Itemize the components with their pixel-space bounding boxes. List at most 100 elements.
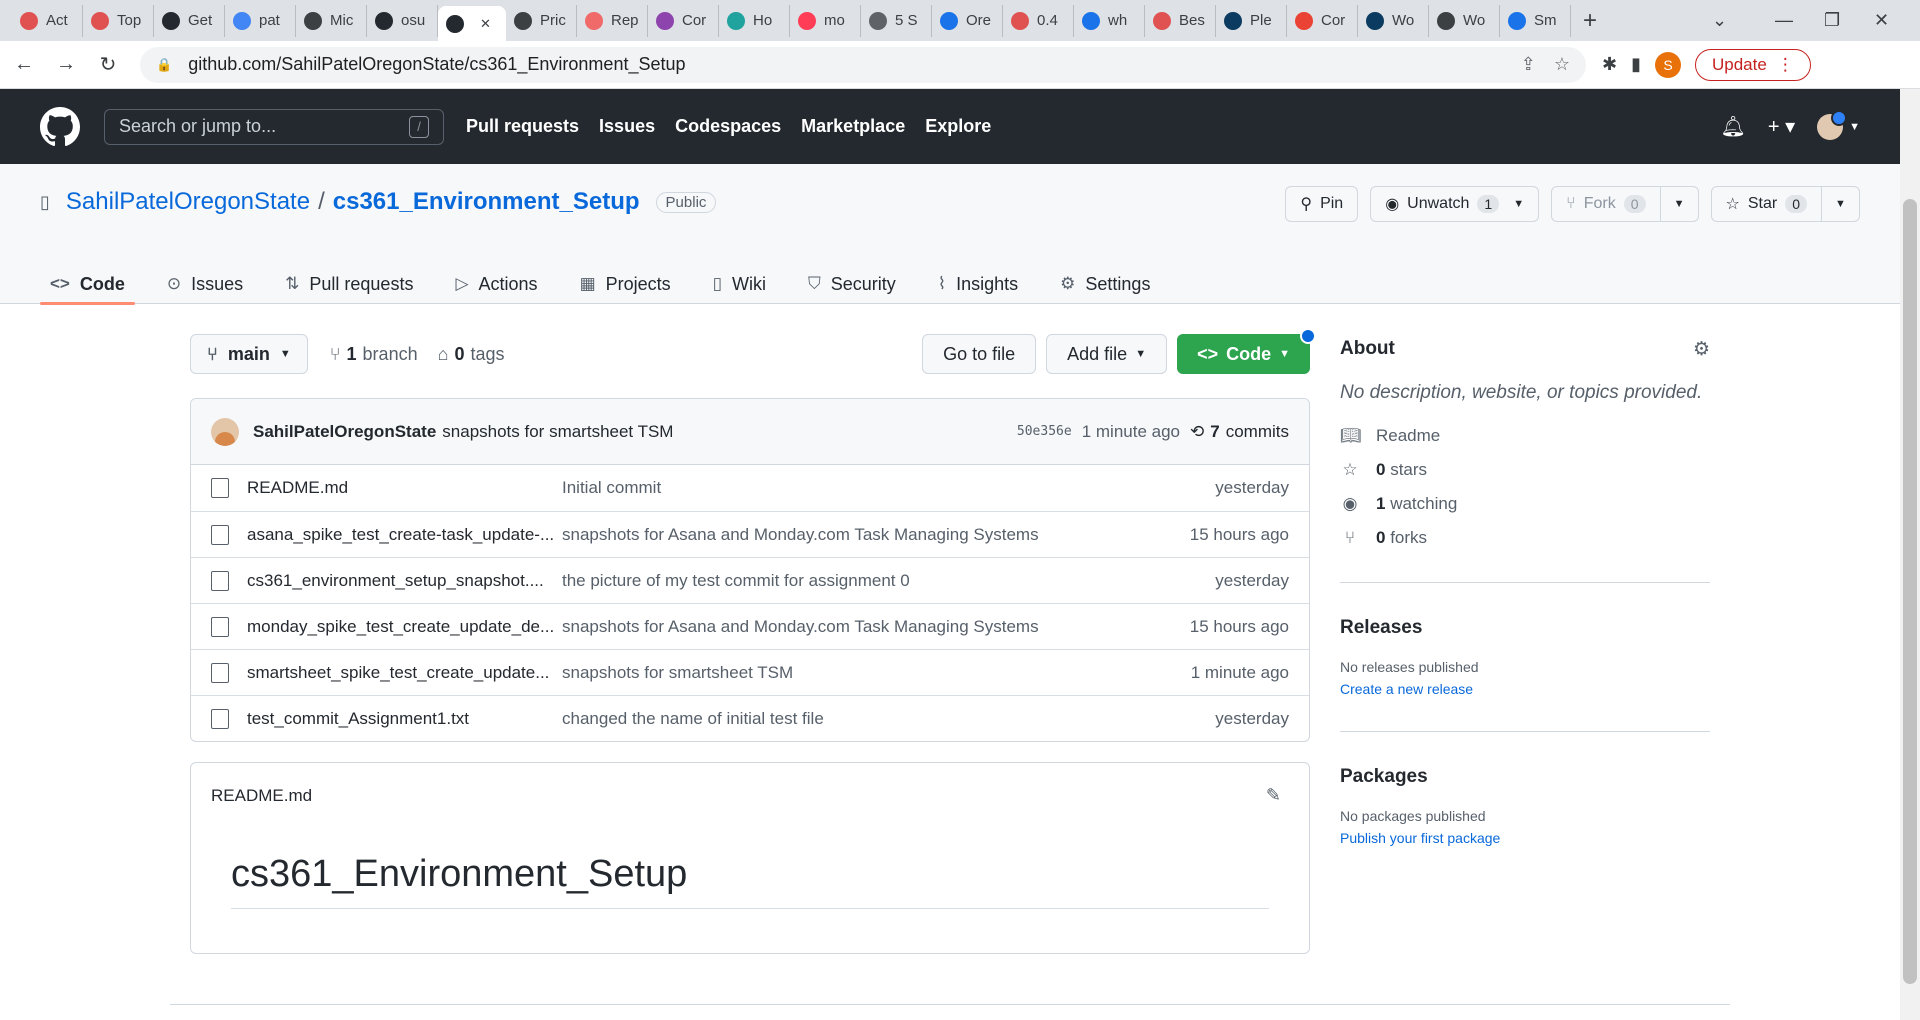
browser-tab[interactable]: 5 S <box>861 4 932 37</box>
file-commit-message[interactable]: Initial commit <box>562 478 1215 498</box>
browser-tab[interactable]: Cor <box>1287 4 1358 37</box>
repo-tab[interactable]: ⌇ Insights <box>928 264 1028 304</box>
packages-title[interactable]: Packages <box>1340 766 1710 788</box>
file-commit-message[interactable]: changed the name of initial test file <box>562 709 1215 729</box>
address-bar[interactable]: 🔒 github.com/SahilPatelOregonState/cs361… <box>140 46 1586 83</box>
github-logo-icon[interactable] <box>40 106 80 147</box>
create-release-link[interactable]: Create a new release <box>1340 681 1710 697</box>
fork-button[interactable]: ⑂ Fork 0 ▼ <box>1551 186 1699 222</box>
tags-link[interactable]: ⌂ 0 tags <box>438 344 505 365</box>
pencil-edit-icon[interactable]: ✎ <box>1266 785 1281 806</box>
commits-link[interactable]: ⟲ 7 commits <box>1190 422 1289 442</box>
browser-tab[interactable]: Wo <box>1429 4 1500 37</box>
go-to-file-button[interactable]: Go to file <box>922 334 1037 374</box>
browser-tab[interactable]: Top <box>83 4 154 37</box>
readme-link[interactable]: 📖︎ Readme <box>1340 426 1710 446</box>
url-text[interactable]: github.com/SahilPatelOregonState/cs361_E… <box>188 54 1521 75</box>
side-panel-icon[interactable]: ▮ <box>1631 54 1641 75</box>
forward-icon[interactable]: → <box>48 47 84 83</box>
browser-tab[interactable]: Bes <box>1145 4 1216 37</box>
add-file-button[interactable]: Add file ▼ <box>1046 334 1168 374</box>
browser-tab[interactable]: Wo <box>1358 4 1429 37</box>
commit-author-avatar[interactable] <box>211 417 239 446</box>
file-name-link[interactable]: cs361_environment_setup_snapshot.... <box>247 571 562 591</box>
search-input[interactable]: Search or jump to... / <box>104 108 444 145</box>
bell-icon[interactable]: 🔔︎ <box>1720 114 1745 139</box>
repo-tab[interactable]: ⊙ Issues <box>157 264 253 304</box>
browser-tab[interactable]: pat <box>225 4 296 37</box>
readme-filename[interactable]: README.md <box>191 763 1309 829</box>
commit-sha[interactable]: 50e356e <box>1017 424 1072 439</box>
profile-avatar[interactable]: S <box>1655 51 1681 78</box>
browser-tab[interactable]: Sm <box>1500 4 1571 37</box>
star-button[interactable]: ☆ Star 0 ▼ <box>1710 186 1860 222</box>
file-name-link[interactable]: test_commit_Assignment1.txt <box>247 709 562 729</box>
fork-dropdown[interactable]: ▼ <box>1659 187 1698 221</box>
browser-tab[interactable]: osu <box>367 4 438 37</box>
update-button[interactable]: Update ⋮ <box>1695 48 1811 81</box>
browser-tab[interactable]: Ho <box>719 4 790 37</box>
repo-tab[interactable]: ⇅ Pull requests <box>275 264 423 304</box>
browser-tab[interactable]: 0.4 <box>1003 4 1074 37</box>
restore-icon[interactable]: ❐ <box>1824 0 1840 41</box>
file-commit-message[interactable]: snapshots for Asana and Monday.com Task … <box>562 525 1190 545</box>
new-tab-icon[interactable]: + <box>1583 7 1597 35</box>
global-nav-item[interactable]: Issues <box>599 116 655 137</box>
scrollbar[interactable] <box>1900 89 1920 1020</box>
browser-tab[interactable]: Rep <box>577 4 648 37</box>
file-name-link[interactable]: monday_spike_test_create_update_de... <box>247 617 562 637</box>
browser-tab[interactable]: Get <box>154 4 225 37</box>
share-icon[interactable]: ⇪ <box>1521 54 1536 75</box>
pin-button[interactable]: ⚲ Pin <box>1285 186 1359 222</box>
repo-tab[interactable]: ▦ Projects <box>570 264 681 304</box>
repo-tab[interactable]: <> Code <box>40 264 135 305</box>
browser-tab[interactable]: Ore <box>932 4 1003 37</box>
close-window-icon[interactable]: ✕ <box>1874 0 1889 41</box>
plus-create-icon[interactable]: + ▾ <box>1768 114 1795 139</box>
commit-author[interactable]: SahilPatelOregonState <box>253 422 436 442</box>
scrollbar-thumb[interactable] <box>1903 199 1917 984</box>
user-menu[interactable]: ▼ <box>1817 109 1860 140</box>
bookmark-star-icon[interactable]: ☆ <box>1554 54 1570 75</box>
browser-tab[interactable]: Pric <box>506 4 577 37</box>
repo-name-link[interactable]: cs361_Environment_Setup <box>333 188 640 216</box>
global-nav-item[interactable]: Codespaces <box>675 116 781 137</box>
back-icon[interactable]: ← <box>6 47 42 83</box>
repo-tab[interactable]: ▯ Wiki <box>703 264 776 304</box>
repo-tab[interactable]: ⚙ Settings <box>1050 264 1160 304</box>
global-nav-item[interactable]: Pull requests <box>466 116 579 137</box>
tab-search-icon[interactable]: ⌄ <box>1712 0 1727 41</box>
file-name-link[interactable]: asana_spike_test_create-task_update-... <box>247 525 562 545</box>
browser-tab[interactable]: Ple <box>1216 4 1287 37</box>
watching-link[interactable]: ◉ 1 watching <box>1340 494 1710 514</box>
stars-link[interactable]: ☆ 0 stars <box>1340 460 1710 480</box>
branches-link[interactable]: ⑂ 1 branch <box>330 344 418 365</box>
releases-title[interactable]: Releases <box>1340 617 1710 639</box>
browser-tab[interactable]: Mic <box>296 4 367 37</box>
browser-tab[interactable]: ✕ <box>438 6 506 41</box>
star-dropdown[interactable]: ▼ <box>1821 187 1859 221</box>
extensions-icon[interactable]: ✱ <box>1602 54 1617 75</box>
file-name-link[interactable]: README.md <box>247 478 562 498</box>
minimize-icon[interactable]: — <box>1775 0 1793 41</box>
branch-selector[interactable]: ⑂ main ▼ <box>190 334 308 374</box>
browser-tab[interactable]: mo <box>790 4 861 37</box>
gear-icon[interactable]: ⚙ <box>1693 338 1710 361</box>
forks-link[interactable]: ⑂ 0 forks <box>1340 528 1710 548</box>
global-nav-item[interactable]: Explore <box>925 116 991 137</box>
file-commit-message[interactable]: the picture of my test commit for assign… <box>562 571 1215 591</box>
repo-tab[interactable]: ⛉ Security <box>798 264 906 304</box>
commit-message[interactable]: snapshots for smartsheet TSM <box>442 422 673 442</box>
global-nav-item[interactable]: Marketplace <box>801 116 905 137</box>
file-name-link[interactable]: smartsheet_spike_test_create_update... <box>247 663 562 683</box>
file-commit-message[interactable]: snapshots for smartsheet TSM <box>562 663 1191 683</box>
publish-package-link[interactable]: Publish your first package <box>1340 830 1710 846</box>
repo-owner-link[interactable]: SahilPatelOregonState <box>66 188 310 216</box>
unwatch-button[interactable]: ◉ Unwatch 1 ▼ <box>1370 186 1540 222</box>
close-tab-icon[interactable]: ✕ <box>480 16 491 32</box>
repo-tab[interactable]: ▷ Actions <box>445 264 547 304</box>
file-commit-message[interactable]: snapshots for Asana and Monday.com Task … <box>562 617 1190 637</box>
browser-tab[interactable]: Act <box>12 4 83 37</box>
reload-icon[interactable]: ↻ <box>90 47 126 83</box>
code-button[interactable]: <> Code ▼ <box>1177 328 1316 374</box>
